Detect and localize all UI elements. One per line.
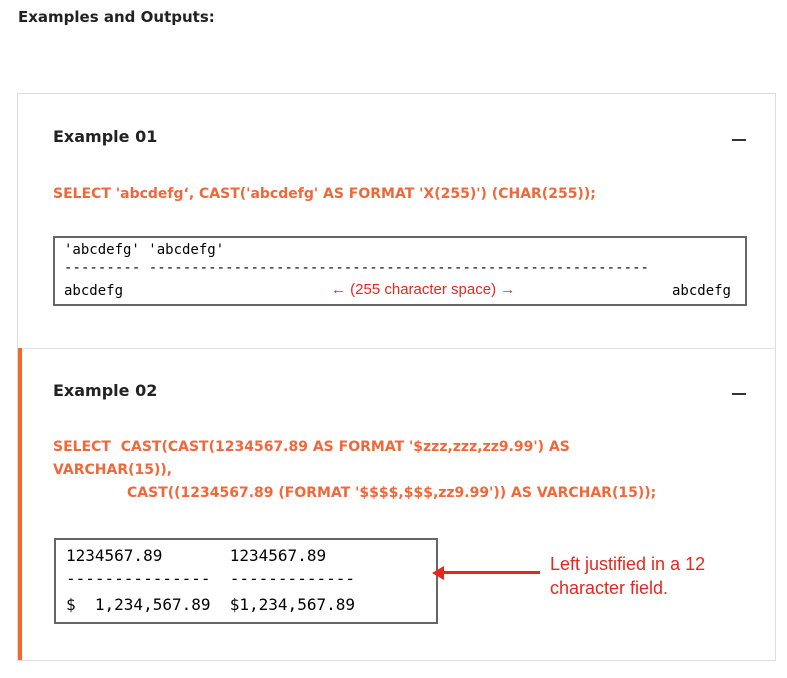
output-row-2: --------------- -------------	[66, 569, 355, 588]
example-01-sql: SELECT 'abcdefg‘, CAST('abcdefg' AS FORM…	[53, 186, 596, 202]
example-02-title[interactable]: Example 02	[53, 381, 157, 400]
section-heading: Examples and Outputs:	[18, 8, 215, 26]
examples-accordion: Example 01 SELECT 'abcdefg‘, CAST('abcde…	[17, 93, 776, 661]
output-row-3: $ 1,234,567.89 $1,234,567.89	[66, 595, 355, 614]
character-space-note: ← (255 character space) →	[331, 281, 516, 298]
example-01-title[interactable]: Example 01	[53, 127, 157, 146]
output-header-line: 'abcdefg' 'abcdefg'	[64, 242, 225, 258]
example-02-panel: Example 02 SELECT CAST(CAST(1234567.89 A…	[18, 348, 775, 660]
output-row-1: 1234567.89 1234567.89	[66, 546, 327, 565]
example-02-output-box: 1234567.89 1234567.89 --------------- --…	[54, 538, 438, 624]
arrow-shaft	[442, 571, 540, 574]
minus-icon[interactable]	[732, 393, 746, 395]
example-02-sql-line2: VARCHAR(15)),	[53, 462, 173, 478]
example-02-sql-line3: CAST((1234567.89 (FORMAT '$$$$,$$$,zz9.9…	[127, 485, 657, 501]
output-right-value: abcdefg	[671, 283, 731, 299]
minus-icon[interactable]	[732, 139, 746, 141]
justification-annotation: Left justified in a 12 character field.	[550, 554, 706, 598]
example-02-sql-line1: SELECT CAST(CAST(1234567.89 AS FORMAT '$…	[53, 439, 570, 455]
output-left-value: abcdefg	[64, 283, 124, 299]
example-01-panel: Example 01 SELECT 'abcdefg‘, CAST('abcde…	[18, 94, 775, 349]
output-dash-line: --------- ------------------------------…	[64, 260, 650, 276]
example-01-output-box: 'abcdefg' 'abcdefg' --------- ----------…	[53, 236, 747, 306]
